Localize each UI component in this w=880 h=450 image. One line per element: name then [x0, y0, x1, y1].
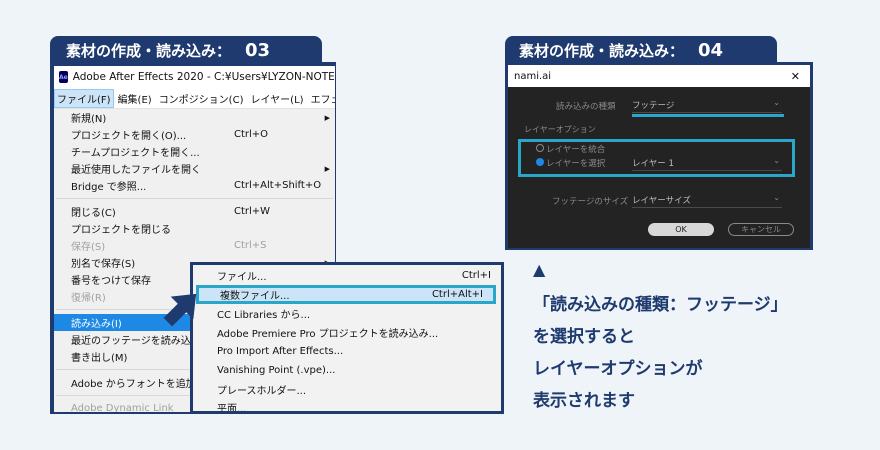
step-03-title: 素材の作成・読み込み： [66, 41, 232, 60]
import-dialog: nami.ai ✕ 読み込みの種類 フッテージ ⌄ レイヤーオプション レイヤーを… [508, 65, 810, 248]
layer-options-label: レイヤーオプション [524, 125, 596, 134]
menu-separator [56, 198, 333, 199]
cancel-button[interactable]: キャンセル [728, 223, 794, 236]
submenu-item-solid[interactable]: 平面... [193, 398, 501, 411]
menu-file[interactable]: ファイル(F) [54, 88, 114, 108]
submenu-item-file[interactable]: ファイル... Ctrl+I [193, 266, 501, 285]
menu-item-open-project[interactable]: プロジェクトを開く(O)... Ctrl+O [54, 126, 335, 143]
window-title: Adobe After Effects 2020 - C:¥Users¥LYZO… [72, 71, 335, 83]
caption-line-2: を選択すると [533, 327, 635, 347]
submenu-item-vanishing-point[interactable]: Vanishing Point (.vpe)... [193, 361, 501, 380]
menubar: ファイル(F) 編集(E) コンポジション(C) レイヤー(L) エフェクト(T… [54, 88, 335, 109]
import-kind-select[interactable]: フッテージ ⌄ [632, 98, 782, 113]
step-04-header: 素材の作成・読み込み： 04 [505, 36, 777, 64]
step-03-header: 素材の作成・読み込み： 03 [50, 36, 322, 64]
import-kind-label: 読み込みの種類 [556, 102, 616, 112]
submenu-item-cc-libraries[interactable]: CC Libraries から... [193, 304, 501, 323]
menu-layer[interactable]: レイヤー(L) [247, 89, 306, 108]
after-effects-logo-icon: Ae [59, 71, 68, 83]
step-03-number: 03 [245, 39, 271, 61]
radio-merge-label: レイヤーを統合 [546, 145, 606, 155]
radio-merge-layers[interactable] [536, 144, 544, 152]
import-kind-underline [632, 114, 784, 117]
menu-item-browse-bridge[interactable]: Bridge で参照... Ctrl+Alt+Shift+O [54, 177, 335, 194]
footage-size-label: フッテージのサイズ [552, 197, 629, 207]
radio-select-label: レイヤーを選択 [546, 159, 606, 169]
chevron-down-icon: ⌄ [773, 193, 780, 202]
submenu-item-placeholder[interactable]: プレースホルダー... [193, 380, 501, 399]
window-titlebar: Ae Adobe After Effects 2020 - C:¥Users¥L… [54, 66, 335, 88]
menu-item-close[interactable]: 閉じる(C) Ctrl+W [54, 203, 335, 220]
ok-button[interactable]: OK [648, 223, 714, 236]
submenu-item-premiere-project[interactable]: Adobe Premiere Pro プロジェクトを読み込み... [193, 323, 501, 342]
menu-effect[interactable]: エフェクト(T) [308, 89, 335, 108]
step-04-number: 04 [698, 39, 724, 61]
menu-composition[interactable]: コンポジション(C) [156, 89, 247, 108]
caption-line-1: 「読み込みの種類：フッテージ」 [533, 295, 788, 315]
caption-arrow-icon: ▲ [533, 260, 546, 279]
caption-line-3: レイヤーオプションが [533, 359, 703, 379]
footage-size-select[interactable]: レイヤーサイズ ⌄ [632, 193, 782, 208]
menu-edit[interactable]: 編集(E) [115, 89, 155, 108]
chevron-down-icon: ⌄ [773, 156, 780, 165]
menu-item-recent-files[interactable]: 最近使用したファイルを開く ▶ [54, 160, 335, 177]
menu-item-close-project[interactable]: プロジェクトを閉じる [54, 220, 335, 237]
menu-item-save: 保存(S) Ctrl+S [71, 240, 267, 253]
dialog-body: 読み込みの種類 フッテージ ⌄ レイヤーオプション レイヤーを統合 レイヤーを選択… [508, 87, 810, 248]
submenu-arrow-icon: ▶ [324, 113, 330, 122]
menu-item-open-team-project[interactable]: チームプロジェクトを開く... [54, 143, 335, 160]
close-icon[interactable]: ✕ [791, 70, 800, 83]
dialog-titlebar: nami.ai ✕ [508, 65, 810, 87]
pointer-arrow-icon [163, 293, 197, 327]
step-04-title: 素材の作成・読み込み： [519, 41, 685, 60]
menu-item-new[interactable]: 新規(N) ▶ [54, 109, 335, 126]
caption-line-4: 表示されます [533, 391, 635, 411]
layer-select[interactable]: レイヤー 1 ⌄ [632, 156, 782, 171]
submenu-item-multiple-files[interactable]: 複数ファイル... Ctrl+Alt+I [196, 285, 496, 304]
dialog-title: nami.ai [514, 70, 552, 82]
radio-select-layer[interactable] [536, 158, 544, 166]
chevron-down-icon: ⌄ [773, 98, 780, 107]
submenu-item-pro-import[interactable]: Pro Import After Effects... [193, 342, 501, 361]
import-submenu: ファイル... Ctrl+I 複数ファイル... Ctrl+Alt+I CC Lib… [193, 265, 501, 411]
submenu-arrow-icon: ▶ [324, 164, 330, 173]
